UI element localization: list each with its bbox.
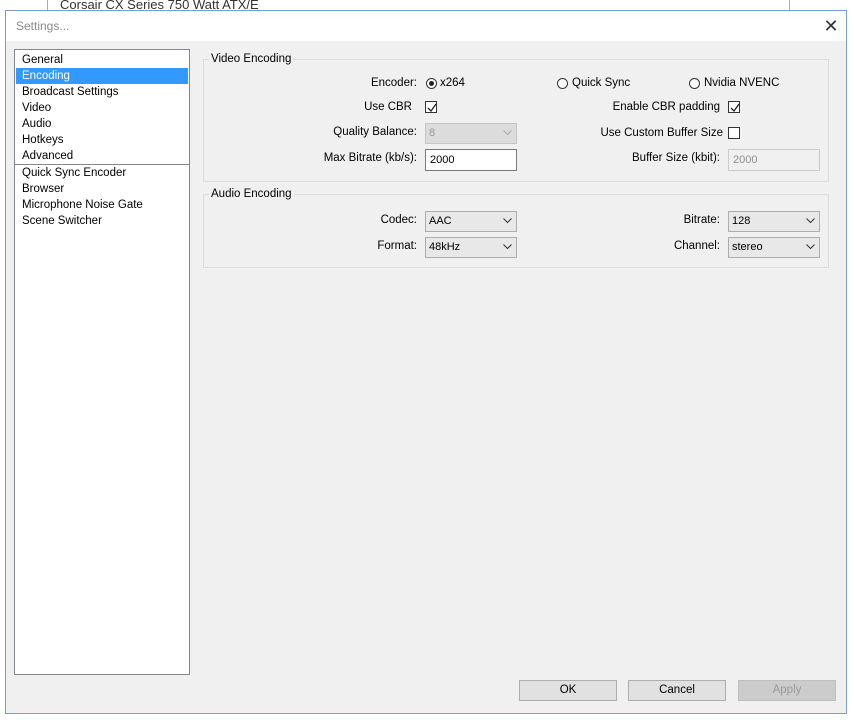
quality-balance-dropdown[interactable]: 8 xyxy=(425,123,517,144)
max-bitrate-value: 2000 xyxy=(430,154,455,166)
sidebar-item-microphone-noise-gate[interactable]: Microphone Noise Gate xyxy=(16,197,188,213)
checkmark-icon xyxy=(427,103,437,113)
channel-value: stereo xyxy=(732,241,763,253)
sidebar-item-advanced[interactable]: Advanced xyxy=(16,148,188,164)
encoder-x264-label[interactable]: x264 xyxy=(440,77,465,89)
sidebar-item-broadcast-settings[interactable]: Broadcast Settings xyxy=(16,84,188,100)
channel-label: Channel: xyxy=(673,240,720,252)
sidebar-item-audio[interactable]: Audio xyxy=(16,116,188,132)
chevron-down-icon xyxy=(806,244,815,250)
encoder-nvidia-nvenc-label[interactable]: Nvidia NVENC xyxy=(704,77,779,89)
codec-value: AAC xyxy=(429,215,452,227)
settings-dialog: Settings... ✕ General Encoding Broadcast… xyxy=(5,10,847,714)
use-custom-buffer-label: Use Custom Buffer Size xyxy=(600,127,723,139)
radio-selected-dot xyxy=(429,81,434,86)
sidebar-item-hotkeys[interactable]: Hotkeys xyxy=(16,132,188,148)
max-bitrate-input[interactable]: 2000 xyxy=(425,149,517,171)
audio-bitrate-label: Bitrate: xyxy=(683,214,720,226)
format-dropdown[interactable]: 48kHz xyxy=(425,237,517,258)
enable-cbr-padding-label: Enable CBR padding xyxy=(612,101,720,113)
buffer-size-value: 2000 xyxy=(733,154,758,166)
use-cbr-checkbox[interactable] xyxy=(425,101,437,113)
checkmark-icon xyxy=(730,103,740,113)
sidebar-item-video[interactable]: Video xyxy=(16,100,188,116)
channel-dropdown[interactable]: stereo xyxy=(728,237,820,258)
chevron-down-icon xyxy=(806,218,815,224)
chevron-down-icon xyxy=(503,130,512,136)
chevron-down-icon xyxy=(503,244,512,250)
close-button[interactable]: ✕ xyxy=(816,11,846,41)
buffer-size-input[interactable]: 2000 xyxy=(728,149,820,171)
quality-balance-label: Quality Balance: xyxy=(333,126,417,138)
sidebar-item-encoding[interactable]: Encoding xyxy=(16,68,188,84)
max-bitrate-label: Max Bitrate (kb/s): xyxy=(323,152,417,164)
audio-encoding-label: Audio Encoding xyxy=(209,188,294,200)
sidebar-item-browser[interactable]: Browser xyxy=(16,181,188,197)
sidebar-item-quick-sync-encoder[interactable]: Quick Sync Encoder xyxy=(16,165,188,181)
encoder-quick-sync-label[interactable]: Quick Sync xyxy=(572,77,630,89)
format-label: Format: xyxy=(377,240,417,252)
video-encoding-label: Video Encoding xyxy=(209,53,294,65)
buffer-size-label: Buffer Size (kbit): xyxy=(632,152,720,164)
close-icon: ✕ xyxy=(823,15,839,36)
chevron-down-icon xyxy=(503,218,512,224)
encoder-quick-sync-radio[interactable] xyxy=(557,78,568,89)
encoder-nvidia-nvenc-radio[interactable] xyxy=(689,78,700,89)
encoder-x264-radio[interactable] xyxy=(426,78,437,89)
encoder-label: Encoder: xyxy=(370,77,417,89)
audio-bitrate-dropdown[interactable]: 128 xyxy=(728,211,820,232)
enable-cbr-padding-checkbox[interactable] xyxy=(728,101,740,113)
codec-label: Codec: xyxy=(380,214,417,226)
dialog-title: Settings... xyxy=(16,19,70,33)
use-custom-buffer-checkbox[interactable] xyxy=(728,127,740,139)
settings-category-list: General Encoding Broadcast Settings Vide… xyxy=(14,49,190,675)
quality-balance-value: 8 xyxy=(429,127,436,139)
codec-dropdown[interactable]: AAC xyxy=(425,211,517,232)
format-value: 48kHz xyxy=(429,241,461,253)
title-bar: Settings... ✕ xyxy=(6,11,846,41)
use-cbr-label: Use CBR xyxy=(364,101,412,113)
apply-button[interactable]: Apply xyxy=(738,680,836,701)
ok-button[interactable]: OK xyxy=(519,680,617,701)
audio-bitrate-value: 128 xyxy=(732,215,751,227)
sidebar-item-scene-switcher[interactable]: Scene Switcher xyxy=(16,213,188,229)
cancel-button[interactable]: Cancel xyxy=(628,680,726,701)
sidebar-item-general[interactable]: General xyxy=(16,52,188,68)
